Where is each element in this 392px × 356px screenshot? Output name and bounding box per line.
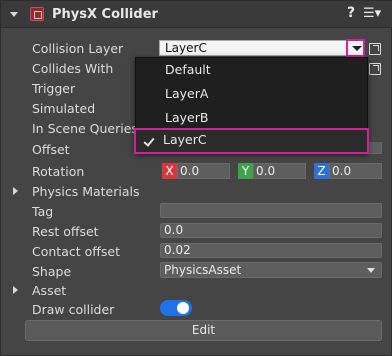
rest-offset-label: Rest offset <box>32 224 99 239</box>
in-scene-queries-label: In Scene Queries <box>32 121 138 136</box>
collides-with-label: Collides With <box>32 61 114 76</box>
rotation-y-field[interactable]: 0.0 <box>253 163 306 179</box>
rotation-z-field[interactable]: 0.0 <box>329 163 382 179</box>
contact-offset-field[interactable]: 0.02 <box>160 243 382 258</box>
component-menu-icon[interactable]: ☰▾ <box>363 6 381 21</box>
dropdown-item-label: LayerC <box>163 132 207 147</box>
physics-materials-label: Physics Materials <box>32 184 140 199</box>
component-title: PhysX Collider <box>52 7 158 22</box>
physx-collider-icon <box>30 7 44 21</box>
trigger-label: Trigger <box>32 81 76 96</box>
toggle-knob <box>177 302 189 314</box>
chevron-down-icon <box>367 268 375 273</box>
help-icon[interactable]: ? <box>347 5 355 21</box>
collision-layer-dropdown-button[interactable] <box>346 39 365 57</box>
shape-combo[interactable]: PhysicsAsset <box>160 262 382 278</box>
collapse-arrow-icon[interactable] <box>10 12 18 17</box>
collision-layer-dropdown-list: Default LayerA LayerB LayerC <box>134 57 369 154</box>
edit-layers-icon[interactable] <box>369 43 381 55</box>
simulated-label: Simulated <box>32 101 96 116</box>
asset-expand-icon[interactable] <box>13 286 18 294</box>
rest-offset-field[interactable]: 0.0 <box>160 223 382 238</box>
draw-collider-toggle[interactable] <box>160 300 192 316</box>
offset-label: Offset <box>32 142 70 157</box>
collision-layer-label: Collision Layer <box>32 41 124 56</box>
asset-label: Asset <box>32 283 67 298</box>
rotation-label: Rotation <box>32 164 85 179</box>
physics-materials-expand-icon[interactable] <box>13 187 18 195</box>
rotation-x-tag: X <box>162 163 177 179</box>
rotation-z-tag: Z <box>314 163 329 179</box>
checkmark-icon <box>143 135 155 147</box>
rotation-x-field[interactable]: 0.0 <box>177 163 230 179</box>
collision-layer-combo[interactable]: LayerC <box>159 40 364 56</box>
edit-button[interactable]: Edit <box>25 320 382 341</box>
component-header: PhysX Collider ? ☰▾ <box>1 1 392 28</box>
tag-field[interactable] <box>160 203 382 218</box>
dropdown-item-layera[interactable]: LayerA <box>136 82 367 106</box>
edit-collides-with-icon[interactable] <box>369 63 381 75</box>
draw-collider-label: Draw collider <box>32 302 115 317</box>
dropdown-item-layerb[interactable]: LayerB <box>136 106 367 130</box>
shape-value: PhysicsAsset <box>164 263 242 277</box>
contact-offset-label: Contact offset <box>32 244 120 259</box>
tag-label: Tag <box>32 204 54 219</box>
physx-collider-panel: PhysX Collider ? ☰▾ Collision Layer Laye… <box>0 0 392 356</box>
shape-label: Shape <box>32 264 72 279</box>
rotation-y-tag: Y <box>238 163 253 179</box>
dropdown-item-layerc[interactable]: LayerC <box>134 128 369 154</box>
dropdown-item-default[interactable]: Default <box>136 58 367 82</box>
